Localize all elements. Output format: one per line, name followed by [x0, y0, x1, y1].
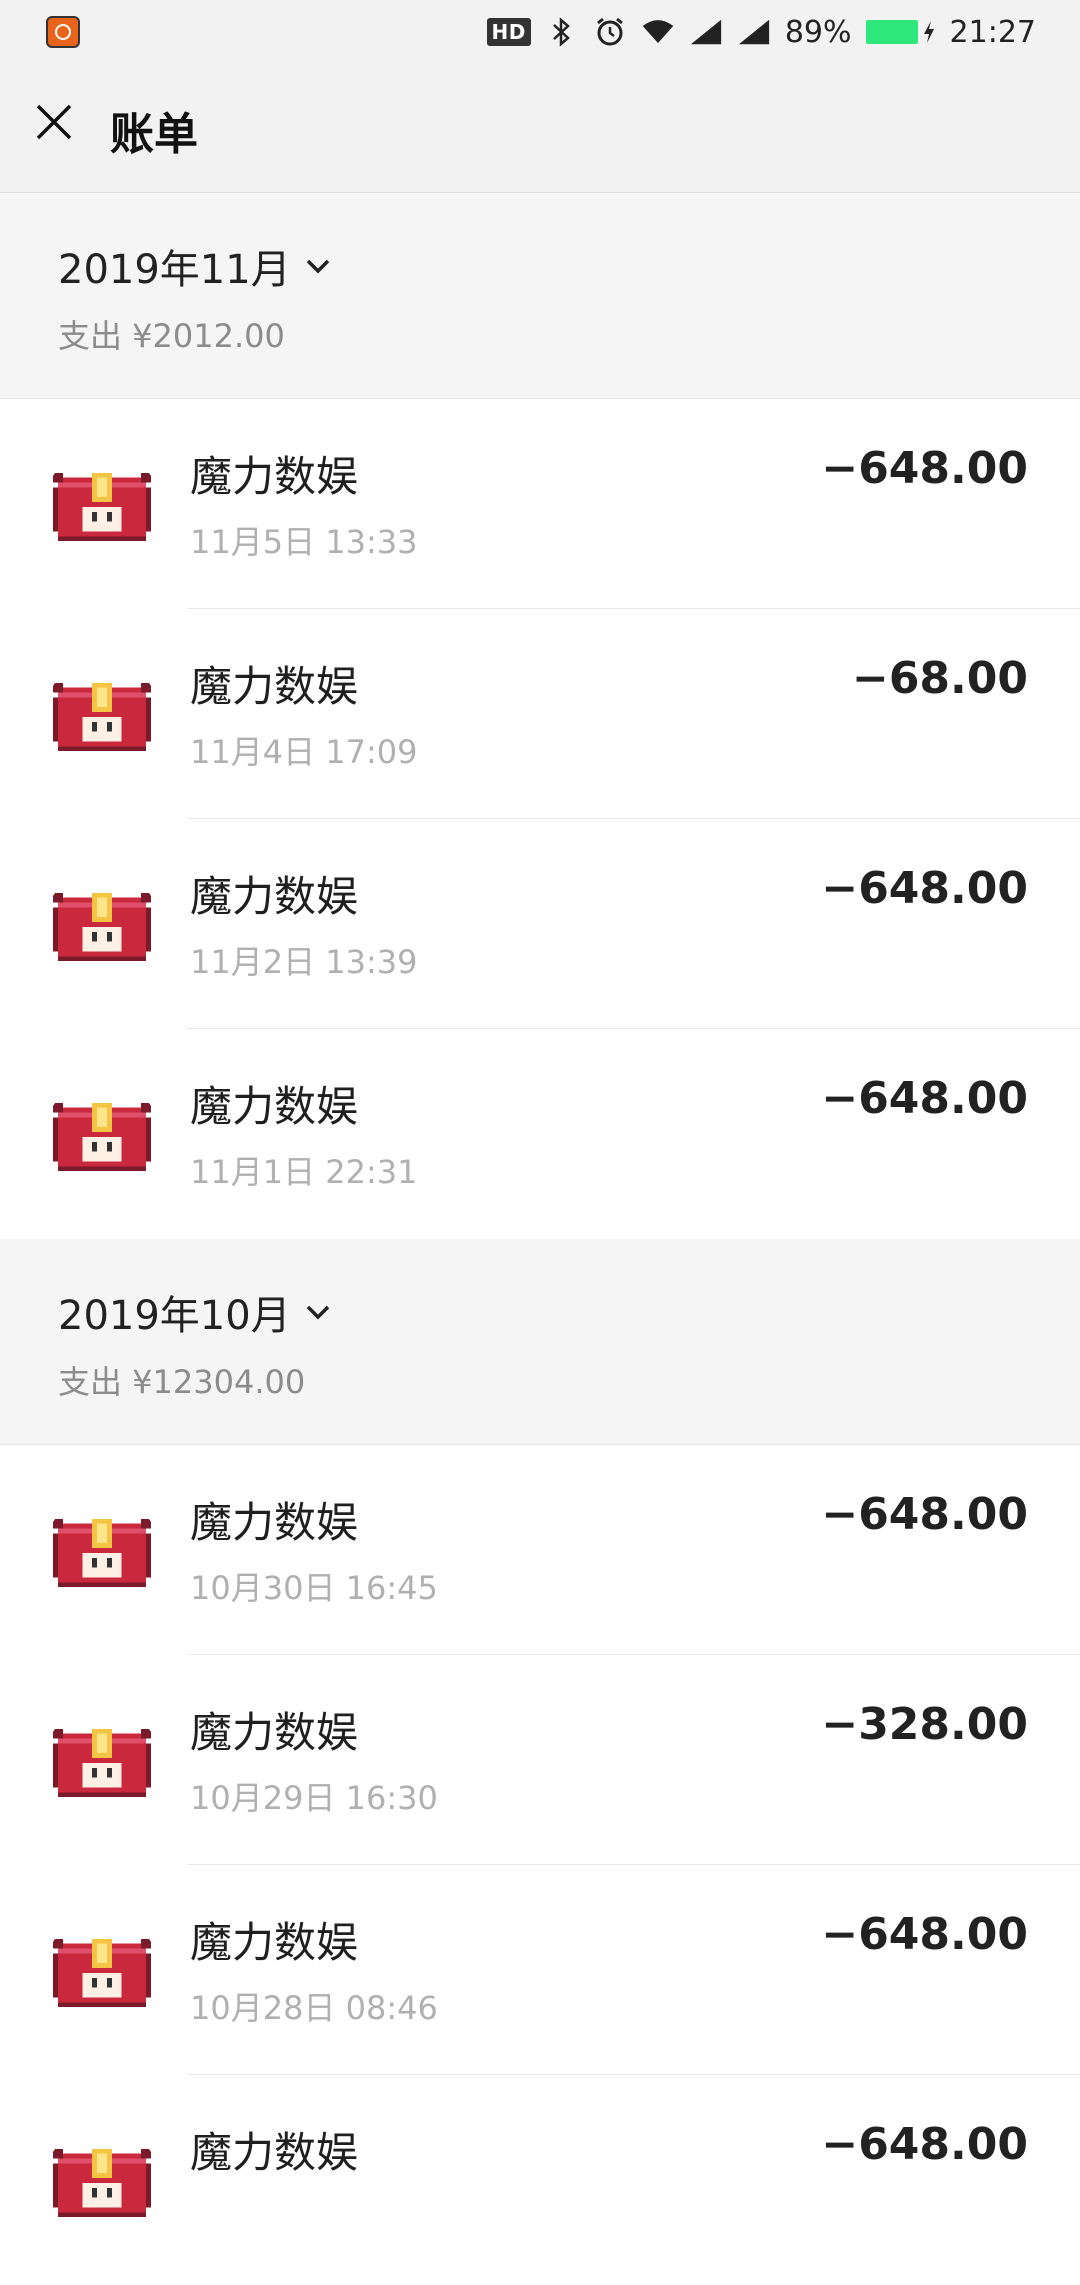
transaction-amount: −648.00 — [821, 443, 1028, 494]
merchant-avatar-icon — [44, 2125, 160, 2241]
month-expense: 支出 ¥12304.00 — [58, 1363, 306, 1401]
transaction-row[interactable]: 魔力数娱 11月2日 13:39 −648.00 — [0, 819, 1080, 1029]
chevron-down-icon — [306, 1305, 329, 1320]
transaction-row[interactable]: 魔力数娱 11月4日 17:09 −68.00 — [0, 609, 1080, 819]
alarm-icon — [593, 15, 627, 49]
transaction-amount: −648.00 — [821, 1909, 1028, 1960]
transaction-amount: −648.00 — [821, 1073, 1028, 1124]
merchant-name: 魔力数娱 — [190, 662, 359, 711]
merchant-avatar-icon — [44, 1079, 160, 1195]
status-bar: HD 89% 21:27 — [0, 0, 1080, 62]
title-bar: 账单 — [0, 62, 1080, 193]
transaction-amount: −648.00 — [821, 863, 1028, 914]
transaction-row[interactable]: 魔力数娱 −648.00 — [0, 2075, 1080, 2285]
transaction-list: 魔力数娱 10月30日 16:45 −648.00 魔力数娱 10月29日 16:30… — [0, 1445, 1080, 2285]
merchant-name: 魔力数娱 — [190, 872, 359, 921]
transaction-time: 11月5日 13:33 — [190, 523, 418, 561]
transaction-row[interactable]: 魔力数娱 10月28日 08:46 −648.00 — [0, 1865, 1080, 2075]
merchant-name: 魔力数娱 — [190, 1498, 359, 1547]
status-icons: HD 89% 21:27 — [486, 10, 1036, 54]
battery-percent: 89% — [784, 14, 852, 50]
merchant-avatar-icon — [44, 869, 160, 985]
merchant-name: 魔力数娱 — [190, 1918, 359, 1967]
signal-icon-2 — [737, 15, 771, 49]
bill-list: 2019年11月支出 ¥2012.00 魔力数娱 11月5日 13:33 −648.… — [0, 193, 1080, 2285]
merchant-name: 魔力数娱 — [190, 1708, 359, 1757]
transaction-time: 11月4日 17:09 — [190, 733, 418, 771]
hd-icon: HD — [486, 18, 531, 46]
merchant-avatar-icon — [44, 1915, 160, 2031]
merchant-avatar-icon — [44, 1705, 160, 1821]
close-icon — [36, 104, 72, 140]
transaction-row[interactable]: 魔力数娱 10月29日 16:30 −328.00 — [0, 1655, 1080, 1865]
transaction-row[interactable]: 魔力数娱 11月5日 13:33 −648.00 — [0, 399, 1080, 609]
merchant-avatar-icon — [44, 659, 160, 775]
clock: 21:27 — [949, 14, 1036, 50]
month-title: 2019年11月 — [58, 247, 291, 293]
signal-icon-1 — [689, 15, 723, 49]
merchant-name: 魔力数娱 — [190, 452, 359, 501]
battery-icon — [865, 20, 936, 44]
chevron-down-icon — [306, 259, 329, 274]
app-notification-icon — [46, 16, 80, 48]
transaction-time: 11月2日 13:39 — [190, 943, 418, 981]
transaction-list: 魔力数娱 11月5日 13:33 −648.00 魔力数娱 11月4日 17:09 −6… — [0, 399, 1080, 1239]
transaction-time: 11月1日 22:31 — [190, 1153, 418, 1191]
transaction-amount: −648.00 — [821, 1489, 1028, 1540]
merchant-avatar-icon — [44, 449, 160, 565]
month-header: 2019年10月支出 ¥12304.00 — [0, 1239, 1080, 1445]
month-selector[interactable]: 2019年10月 — [58, 1283, 331, 1341]
merchant-avatar-icon — [44, 1495, 160, 1611]
transaction-time: 10月29日 16:30 — [190, 1779, 438, 1817]
transaction-amount: −648.00 — [821, 2119, 1028, 2170]
month-selector[interactable]: 2019年11月 — [58, 237, 331, 295]
transaction-time: 10月28日 08:46 — [190, 1989, 438, 2027]
merchant-name: 魔力数娱 — [190, 1082, 359, 1131]
month-header: 2019年11月支出 ¥2012.00 — [0, 193, 1080, 399]
close-button[interactable] — [24, 92, 84, 152]
page-title: 账单 — [110, 109, 198, 160]
transaction-amount: −328.00 — [821, 1699, 1028, 1750]
transaction-row[interactable]: 魔力数娱 10月30日 16:45 −648.00 — [0, 1445, 1080, 1655]
transaction-row[interactable]: 魔力数娱 11月1日 22:31 −648.00 — [0, 1029, 1080, 1239]
wifi-icon — [641, 15, 675, 49]
month-title: 2019年10月 — [58, 1293, 291, 1339]
merchant-name: 魔力数娱 — [190, 2128, 359, 2177]
month-expense: 支出 ¥2012.00 — [58, 317, 285, 355]
transaction-time: 10月30日 16:45 — [190, 1569, 438, 1607]
transaction-amount: −68.00 — [851, 653, 1028, 704]
bluetooth-icon — [545, 15, 579, 49]
